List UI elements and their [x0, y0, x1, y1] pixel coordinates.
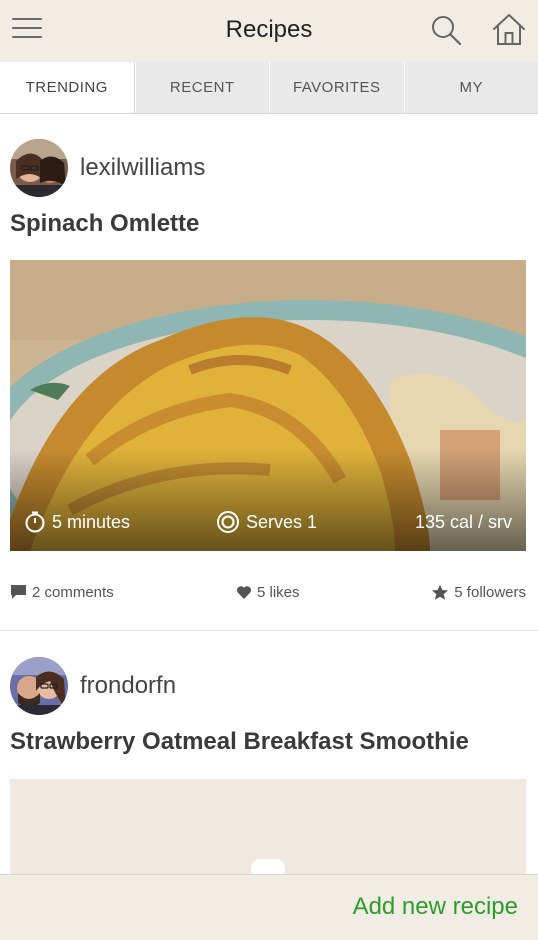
- tab-my[interactable]: MY: [403, 62, 538, 113]
- likes-link[interactable]: 5 likes: [236, 580, 300, 604]
- recipe-stats: 2 comments 5 likes 5 followers: [10, 580, 526, 604]
- recipe-title[interactable]: Spinach Omlette: [10, 210, 199, 238]
- avatar[interactable]: [10, 657, 68, 715]
- bottom-bar: Add new recipe: [0, 874, 538, 940]
- heart-icon: [236, 585, 252, 599]
- avatar[interactable]: [10, 139, 68, 197]
- star-icon: [432, 584, 449, 600]
- recipe-card[interactable]: frondorfn Strawberry Oatmeal Breakfast S…: [0, 656, 538, 874]
- timer-icon: [25, 511, 45, 533]
- search-icon[interactable]: [428, 12, 464, 48]
- servings: Serves 1: [246, 511, 318, 532]
- author-name[interactable]: frondorfn: [80, 672, 176, 700]
- serves-icon: [217, 511, 239, 533]
- top-bar: Recipes: [0, 0, 538, 62]
- tab-recent[interactable]: RECENT: [134, 62, 270, 113]
- followers-count: 5 followers: [454, 583, 526, 601]
- followers-link[interactable]: 5 followers: [431, 580, 526, 604]
- author-row[interactable]: lexilwilliams: [10, 138, 205, 198]
- likes-count: 5 likes: [257, 583, 300, 601]
- card-divider: [0, 630, 538, 631]
- recipe-meta: 5 minutes Serves 1 135 cal / srv: [10, 502, 526, 542]
- home-icon[interactable]: [490, 10, 528, 48]
- image-loading-indicator: [251, 859, 285, 874]
- recipe-title[interactable]: Strawberry Oatmeal Breakfast Smoothie: [10, 728, 469, 756]
- tab-trending[interactable]: TRENDING: [0, 62, 135, 113]
- calories: 135 cal / srv: [414, 511, 512, 532]
- author-name[interactable]: lexilwilliams: [80, 154, 205, 182]
- comment-icon: [11, 585, 26, 599]
- recipe-card[interactable]: lexilwilliams Spinach Omlette 5 minutes …: [0, 138, 538, 630]
- recipe-photo-placeholder[interactable]: [10, 779, 526, 874]
- add-new-recipe-button[interactable]: Add new recipe: [353, 893, 518, 921]
- comments-link[interactable]: 2 comments: [10, 580, 114, 604]
- tab-favorites[interactable]: FAVORITES: [269, 62, 404, 113]
- comments-count: 2 comments: [32, 583, 114, 601]
- author-row[interactable]: frondorfn: [10, 656, 176, 716]
- tab-bar: TRENDING RECENT FAVORITES MY: [0, 62, 538, 114]
- cook-time: 5 minutes: [52, 511, 131, 532]
